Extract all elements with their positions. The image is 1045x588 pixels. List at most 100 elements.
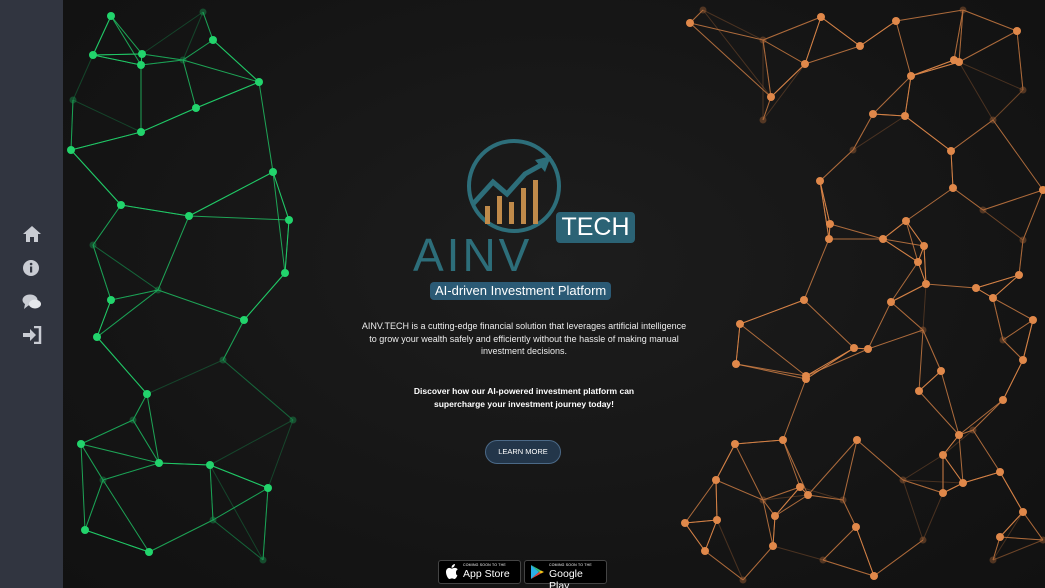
network-node [989, 294, 997, 302]
network-edge [762, 39, 806, 65]
network-edge [958, 61, 994, 121]
sign-in-icon[interactable] [22, 325, 42, 346]
google-play-name: Google Play [549, 568, 583, 588]
network-node [1019, 508, 1027, 516]
network-node [901, 112, 909, 120]
network-node [736, 320, 744, 328]
info-icon[interactable] [22, 259, 42, 279]
apple-icon [446, 564, 458, 579]
network-node [1019, 356, 1027, 364]
network-node [69, 96, 77, 104]
app-store-badge[interactable]: COMING SOON TO THE App Store [438, 560, 521, 584]
network-edge [772, 515, 776, 547]
network-node [839, 496, 847, 504]
network-edge [739, 323, 807, 377]
network-node [826, 220, 834, 228]
app-store-coming: COMING SOON TO THE [463, 563, 506, 567]
network-edge [819, 149, 854, 182]
network-edge [284, 219, 290, 274]
network-node [825, 235, 833, 243]
network-node [206, 461, 214, 469]
network-edge [782, 439, 809, 496]
network-edge [202, 11, 214, 41]
network-node [870, 572, 878, 580]
learn-more-button[interactable]: LEARN MORE [485, 440, 561, 464]
network-node [853, 436, 861, 444]
network-edge [842, 499, 857, 528]
network-edge [96, 336, 148, 395]
network-edge [195, 81, 260, 109]
network-node [89, 241, 97, 249]
network-node [939, 489, 947, 497]
network-node [179, 56, 187, 64]
network-node [219, 356, 227, 364]
network-node [1019, 86, 1027, 94]
network-edge [958, 30, 1018, 63]
network-edge [102, 462, 160, 481]
network-edge [950, 150, 954, 189]
network-edge [807, 494, 844, 501]
network-edge [1022, 189, 1044, 241]
network-edge [859, 20, 897, 47]
network-node [802, 375, 810, 383]
network-edge [807, 439, 858, 496]
network-edge [102, 479, 150, 553]
home-icon[interactable] [22, 225, 42, 245]
hero-section: AINV TECH AI-driven Investment Platform … [63, 0, 1045, 588]
network-edge [904, 115, 952, 152]
network-node [240, 316, 248, 324]
network-node [979, 206, 987, 214]
network-node [800, 296, 808, 304]
network-edge [982, 209, 1024, 241]
network-node [107, 296, 115, 304]
network-edge [1018, 239, 1024, 276]
network-edge [70, 131, 142, 151]
network-node [1019, 236, 1027, 244]
network-edge [70, 99, 74, 151]
network-node [137, 128, 145, 136]
google-play-badge[interactable]: COMING SOON TO THE Google Play [524, 560, 607, 588]
network-edge [895, 9, 964, 22]
network-node [996, 468, 1004, 476]
network-node [796, 483, 804, 491]
network-edge [704, 550, 744, 581]
network-node [89, 51, 97, 59]
network-node [701, 547, 709, 555]
network-edge [704, 519, 718, 552]
network-node [81, 526, 89, 534]
network-edge [735, 323, 741, 365]
network-edge [1016, 30, 1024, 91]
network-edge [84, 479, 104, 531]
network-edge [910, 61, 960, 77]
network-edge [803, 238, 830, 301]
network-node [950, 56, 958, 64]
network-node [879, 235, 887, 243]
network-edge [92, 244, 112, 301]
network-edge [157, 215, 190, 291]
network-node [681, 519, 689, 527]
network-node [107, 12, 115, 20]
network-edge [734, 443, 764, 501]
network-edge [188, 215, 290, 221]
network-edge [890, 301, 924, 331]
network-edge [735, 363, 807, 380]
network-node [1029, 316, 1037, 324]
network-edge [855, 526, 875, 577]
network-node [713, 516, 721, 524]
network-edge [92, 54, 142, 66]
hero-description: AINV.TECH is a cutting-edge financial so… [361, 321, 687, 356]
chat-icon[interactable] [22, 293, 42, 313]
network-edge [804, 45, 861, 65]
network-edge [805, 347, 855, 380]
network-node [67, 146, 75, 154]
network-edge [92, 204, 122, 246]
network-node [996, 533, 1004, 541]
network-edge [890, 283, 927, 303]
network-node [1039, 536, 1045, 544]
network-edge [975, 274, 1020, 289]
network-node [93, 333, 101, 341]
network-node [771, 512, 779, 520]
network-edge [822, 559, 875, 577]
network-node [199, 8, 207, 16]
network-node [192, 104, 200, 112]
